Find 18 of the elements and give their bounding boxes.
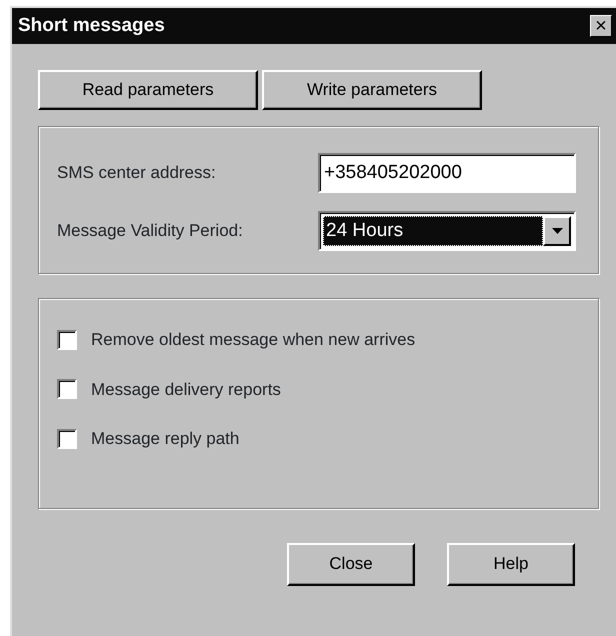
field-label: SMS center address: [57, 162, 216, 184]
dropdown-value: 24 Hours [323, 216, 543, 246]
dialog-button[interactable]: Help [447, 542, 575, 586]
checkbox-label: Message delivery reports [91, 378, 281, 400]
text-field[interactable]: +358405202000 [318, 153, 576, 193]
checkbox[interactable] [57, 330, 77, 350]
checkbox-label: Remove oldest message when new arrives [91, 329, 416, 351]
toolbar-button[interactable]: Write parameters [262, 70, 482, 110]
toolbar-button[interactable]: Read parameters [38, 70, 258, 110]
checkbox[interactable] [57, 428, 77, 449]
checkbox[interactable] [57, 379, 77, 400]
dropdown[interactable]: 24 Hours [318, 211, 576, 251]
window-title: Short messages [18, 14, 165, 38]
checkbox-label: Message reply path [91, 428, 240, 450]
dropdown-arrow-icon[interactable] [552, 228, 562, 234]
dialog-button[interactable]: Close [287, 542, 415, 586]
close-button[interactable]: × [590, 15, 612, 37]
field-label: Message Validity Period: [57, 220, 243, 242]
